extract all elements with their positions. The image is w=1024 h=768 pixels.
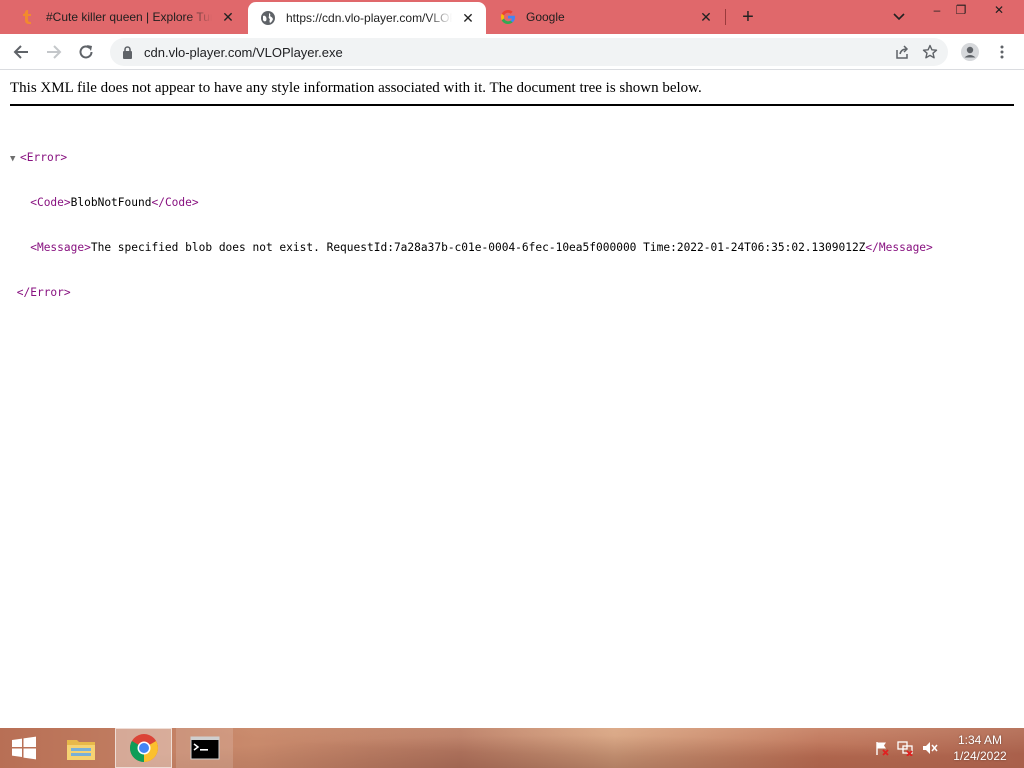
clock-date: 1/24/2022 [953, 749, 1007, 763]
reload-icon [79, 45, 93, 59]
xml-tag: </Message> [865, 241, 933, 254]
xml-code-value: BlobNotFound [70, 196, 152, 209]
back-button[interactable] [7, 38, 35, 66]
chrome-taskbar-button[interactable] [115, 728, 172, 768]
xml-document-tree: ▼ <Error> <Code>BlobNotFound</Code> <Mess… [10, 120, 933, 330]
close-tab-icon[interactable]: ✕ [696, 7, 716, 27]
xml-tag: <Code> [30, 196, 71, 209]
folder-icon [67, 740, 95, 760]
restore-button[interactable]: ❐ [944, 0, 978, 20]
reload-button[interactable] [72, 38, 100, 66]
tab-title: Google [526, 10, 565, 24]
profile-button[interactable] [956, 38, 984, 66]
chrome-icon [129, 734, 158, 762]
xml-style-notice: This XML file does not appear to have an… [10, 80, 1014, 106]
address-bar[interactable]: cdn.vlo-player.com/VLOPlayer.exe [110, 38, 948, 66]
globe-icon [260, 10, 276, 26]
volume-muted-icon[interactable] [920, 728, 940, 768]
forward-button[interactable] [40, 38, 68, 66]
new-tab-button[interactable]: + [736, 5, 760, 29]
back-arrow-icon [13, 45, 28, 59]
url-text[interactable]: cdn.vlo-player.com/VLOPlayer.exe [144, 45, 888, 60]
close-tab-icon[interactable]: ✕ [218, 7, 238, 27]
google-icon [500, 9, 516, 25]
tab-vlo-player[interactable]: https://cdn.vlo-player.com/VLOPlayer.exe… [248, 2, 486, 34]
page-content: This XML file does not appear to have an… [0, 70, 1024, 728]
bookmark-star-icon[interactable] [916, 38, 944, 66]
start-button[interactable] [4, 728, 44, 768]
browser-toolbar: cdn.vlo-player.com/VLOPlayer.exe [0, 34, 1024, 70]
tumblr-icon [20, 9, 36, 25]
menu-kebab-icon[interactable] [988, 38, 1016, 66]
xml-message-line: <Message>The specified blob does not exi… [10, 240, 933, 255]
lock-icon[interactable] [120, 45, 134, 59]
tab-title: https://cdn.vlo-player.com/VLOPlayer.exe [286, 11, 452, 25]
xml-error-close-line: </Error> [10, 285, 933, 300]
share-icon[interactable] [888, 38, 916, 66]
xml-tag: <Error> [20, 151, 68, 164]
tab-tumblr[interactable]: #Cute killer queen | Explore Tumblr ✕ [8, 0, 246, 34]
clock-time: 1:34 AM [957, 733, 1003, 747]
file-explorer-button[interactable] [58, 728, 104, 768]
xml-message-value: The specified blob does not exist. Reque… [90, 241, 866, 254]
command-prompt-icon [190, 736, 219, 760]
tab-strip: #Cute killer queen | Explore Tumblr ✕ ht… [0, 0, 1024, 34]
collapse-triangle-icon[interactable]: ▼ [10, 152, 20, 167]
close-tab-icon[interactable]: ✕ [458, 8, 478, 28]
xml-error-open-line[interactable]: ▼ <Error> [10, 150, 933, 165]
close-window-button[interactable]: ✕ [982, 0, 1016, 20]
taskbar-clock[interactable]: 1:34 AM 1/24/2022 [944, 732, 1016, 764]
tab-search-chevron-icon[interactable] [882, 7, 916, 27]
xml-tag: </Error> [16, 286, 71, 299]
cmd-taskbar-button[interactable] [176, 728, 233, 768]
action-center-flag-icon[interactable] [872, 728, 892, 768]
forward-arrow-icon [47, 45, 62, 59]
network-icon[interactable] [896, 728, 916, 768]
avatar-icon [961, 43, 979, 61]
tab-separator [725, 9, 726, 25]
windows-logo-icon [12, 736, 36, 760]
xml-tag: </Code> [151, 196, 199, 209]
xml-tag: <Message> [30, 241, 91, 254]
xml-code-line: <Code>BlobNotFound</Code> [10, 195, 933, 210]
windows-taskbar: 1:34 AM 1/24/2022 [0, 728, 1024, 768]
tab-title: #Cute killer queen | Explore Tumblr [46, 10, 212, 24]
tab-google[interactable]: Google ✕ [488, 0, 724, 34]
